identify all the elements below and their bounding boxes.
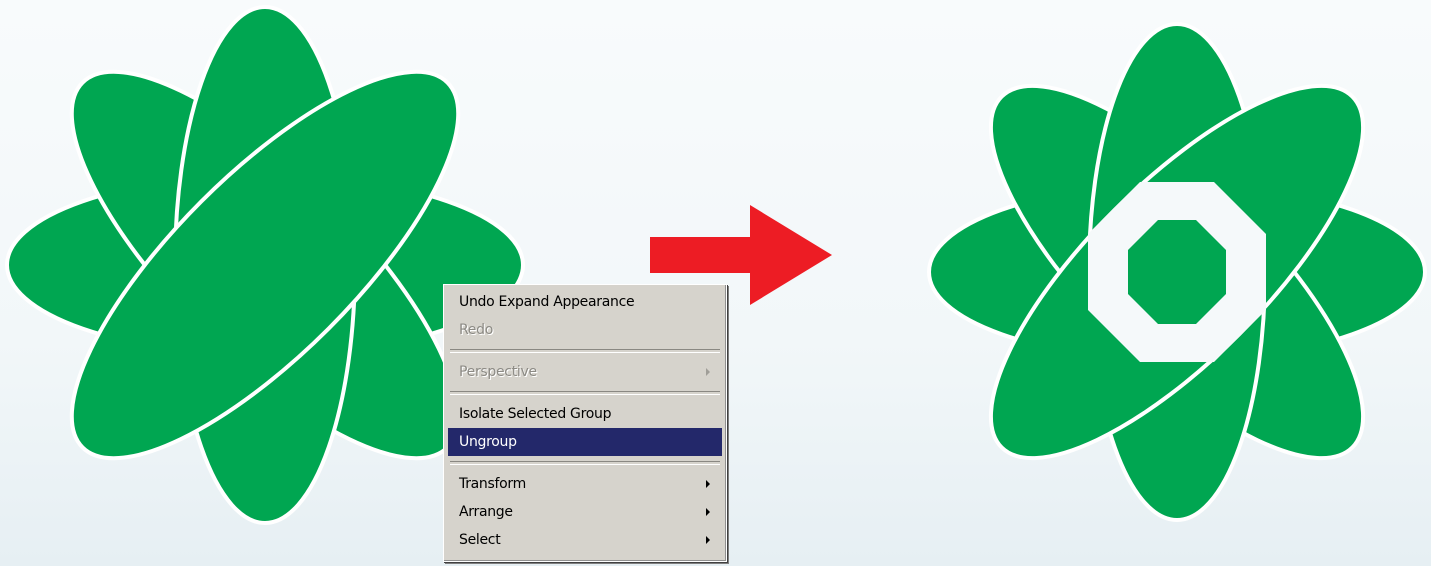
menu-item-isolate-selected-group[interactable]: Isolate Selected Group [448,400,722,428]
chevron-right-icon [706,480,710,488]
menu-item-label: Ungroup [459,434,517,450]
chevron-right-icon [706,368,710,376]
center-octagon [1128,220,1226,324]
menu-item-select[interactable]: Select [448,526,722,554]
menu-item-transform[interactable]: Transform [448,470,722,498]
atom-after-artwork[interactable] [922,10,1431,540]
menu-item-redo[interactable]: Redo [448,316,722,344]
menu-item-label: Perspective [459,364,537,380]
illustration-canvas: Undo Expand Appearance Redo Perspective … [0,0,1431,566]
context-menu: Undo Expand Appearance Redo Perspective … [443,284,727,562]
menu-item-label: Undo Expand Appearance [459,294,635,310]
menu-item-label: Arrange [459,504,513,520]
menu-item-arrange[interactable]: Arrange [448,498,722,526]
menu-item-label: Redo [459,322,493,338]
menu-item-label: Select [459,532,501,548]
menu-item-perspective[interactable]: Perspective [448,358,722,386]
menu-separator [450,461,720,465]
menu-item-label: Transform [459,476,526,492]
menu-separator [450,391,720,395]
menu-item-label: Isolate Selected Group [459,406,612,422]
menu-item-undo-expand-appearance[interactable]: Undo Expand Appearance [448,288,722,316]
chevron-right-icon [706,536,710,544]
menu-item-ungroup[interactable]: Ungroup [448,428,722,456]
chevron-right-icon [706,508,710,516]
menu-separator [450,349,720,353]
